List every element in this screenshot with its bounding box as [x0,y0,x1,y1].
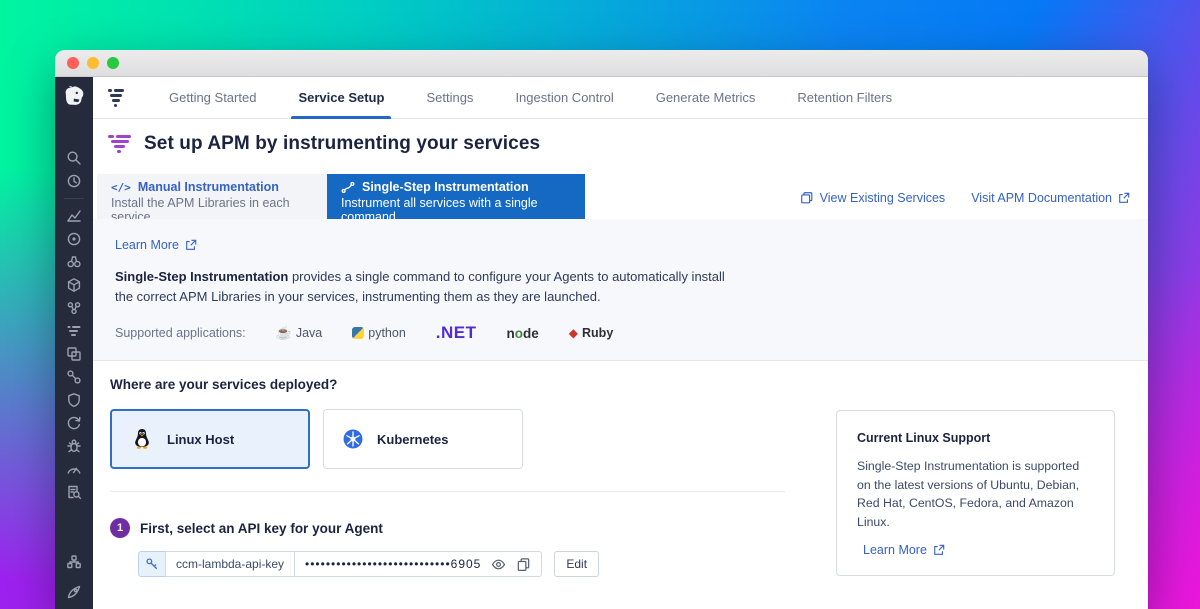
log-search-icon[interactable] [66,484,82,500]
tab-ingestion-control[interactable]: Ingestion Control [494,77,634,119]
page-header: Set up APM by instrumenting your service… [93,119,1148,168]
app-window: Getting Started Service Setup Settings I… [55,50,1148,609]
window-titlebar [55,50,1148,77]
visit-apm-documentation-link[interactable]: Visit APM Documentation [971,191,1130,205]
current-linux-support-card: Current Linux Support Single-Step Instru… [836,410,1115,577]
single-step-description-panel: Learn More Single-Step Instrumentation p… [93,219,1148,362]
edit-key-button[interactable]: Edit [554,551,600,578]
api-key-value: ••••••••••••••••••••••••••••6905 [294,551,543,578]
code-icon: </> [111,180,131,194]
instrumentation-tabs-row: </> Manual Instrumentation Install the A… [93,174,1148,224]
processes-icon[interactable] [66,300,82,316]
support-card-title: Current Linux Support [857,431,991,446]
close-window-button[interactable] [67,57,79,69]
sidebar-divider [64,198,84,199]
deployment-section: Where are your services deployed? Linux … [93,361,1148,609]
kubernetes-icon [343,429,363,449]
supported-applications-row: Supported applications: ☕ Java python .NE… [115,323,1128,343]
external-link-icon [1119,192,1130,203]
search-icon[interactable] [66,150,82,166]
learn-more-link[interactable]: Learn More [115,238,197,252]
support-card-body: Single-Step Instrumentation is supported… [857,459,1080,529]
manual-instrumentation-tab[interactable]: </> Manual Instrumentation Install the A… [97,174,327,224]
tab-generate-metrics[interactable]: Generate Metrics [635,77,777,119]
ci-pipeline-icon[interactable] [66,415,82,431]
synthetics-icon[interactable] [66,461,82,477]
api-key-name[interactable]: ccm-lambda-api-key [165,551,296,578]
apm-tab-navigation: Getting Started Service Setup Settings I… [93,77,1148,119]
tab-getting-started[interactable]: Getting Started [148,77,277,119]
python-logo: python [352,326,406,340]
dashboards-icon[interactable] [66,346,82,362]
zoom-window-button[interactable] [107,57,119,69]
reveal-key-icon[interactable] [491,557,506,572]
single-step-icon [341,181,355,193]
tab-settings[interactable]: Settings [405,77,494,119]
history-icon[interactable] [66,173,82,189]
apm-flame-icon-purple [108,135,131,153]
page-title: Set up APM by instrumenting your service… [144,133,541,154]
datadog-logo-icon[interactable] [61,84,87,110]
java-logo: ☕ Java [275,325,323,341]
watchdog-icon[interactable] [66,231,82,247]
external-link-icon [934,544,945,555]
nodejs-logo: node [506,325,539,341]
tab-retention-filters[interactable]: Retention Filters [776,77,913,119]
supported-applications-label: Supported applications: [115,326,246,341]
section-divider [110,491,785,493]
view-existing-services-link[interactable]: View Existing Services [800,191,945,205]
bug-tracking-icon[interactable] [66,438,82,454]
kubernetes-label: Kubernetes [377,431,449,447]
api-key-masked-value: ••••••••••••••••••••••••••••6905 [305,557,482,572]
linux-host-card[interactable]: Linux Host [110,409,310,470]
step-1-badge: 1 [110,518,130,539]
tab-service-setup[interactable]: Service Setup [277,77,405,119]
linux-penguin-icon [135,429,149,450]
support-card-learn-more-link[interactable]: Learn More [863,543,945,557]
dotnet-logo: .NET [435,323,477,343]
deployment-question: Where are your services deployed? [110,377,338,393]
ruby-logo: ◆ Ruby [568,326,614,341]
apm-icon[interactable] [66,323,82,339]
rocket-icon[interactable] [66,584,82,605]
notebooks-icon[interactable] [66,254,82,270]
teams-icon[interactable] [66,554,82,575]
ruby-gem-icon: ◆ [568,326,579,341]
metrics-icon[interactable] [66,208,82,224]
infrastructure-icon[interactable] [66,277,82,293]
java-coffee-icon: ☕ [275,325,292,341]
product-sidebar [55,77,93,609]
external-link-icon [186,239,197,250]
services-stack-icon [800,192,813,204]
linux-host-label: Linux Host [167,431,235,447]
step-1-title: First, select an API key for your Agent [140,520,383,536]
api-key-icon [138,551,166,578]
security-icon[interactable] [66,392,82,408]
kubernetes-card[interactable]: Kubernetes [323,409,523,470]
minimize-window-button[interactable] [87,57,99,69]
copy-key-icon[interactable] [516,557,531,572]
service-map-icon[interactable] [66,369,82,385]
description-text: Single-Step Instrumentation provides a s… [115,269,725,305]
apm-flame-icon [108,88,124,107]
single-step-instrumentation-tab[interactable]: Single-Step Instrumentation Instrument a… [327,174,585,224]
python-icon [352,327,365,340]
